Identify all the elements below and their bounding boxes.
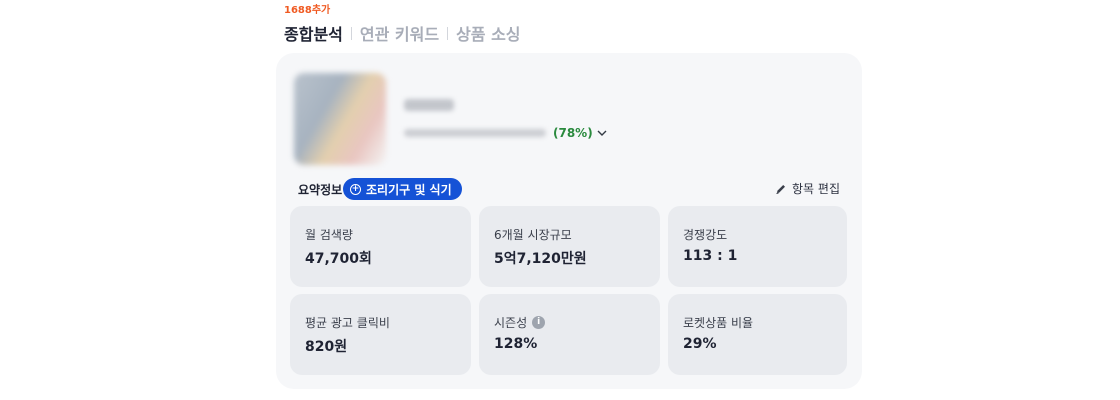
stat-rocket-ratio: 로켓상품 비율 29%	[668, 294, 847, 375]
stat-competition: 경쟁강도 113 : 1	[668, 206, 847, 287]
stat-monthly-search: 월 검색량 47,700회	[290, 206, 471, 287]
tab-product-sourcing[interactable]: 상품 소싱	[456, 21, 520, 45]
stat-avg-cpc: 평균 광고 클릭비 820원	[290, 294, 471, 375]
stat-label: 월 검색량	[305, 227, 353, 242]
analysis-card: (78%) 요약정보 + 조리기구 및 식기 항목 편집 월 검색량 47,70…	[276, 53, 862, 389]
stat-value: 113 : 1	[683, 248, 738, 264]
stat-label: 경쟁강도	[683, 227, 728, 242]
stat-label: 로켓상품 비율	[683, 315, 754, 330]
stat-value: 128%	[494, 336, 538, 352]
stat-market-size: 6개월 시장규모 5억7,120만원	[479, 206, 660, 287]
stat-label: 평균 광고 클릭비	[305, 315, 390, 330]
edit-items-button[interactable]: 항목 편집	[775, 180, 840, 197]
header: 1688추가 종합분석 연관 키워드 상품 소싱	[284, 4, 864, 47]
stat-value: 29%	[683, 336, 717, 352]
stat-value: 47,700회	[305, 251, 372, 267]
chevron-down-icon	[597, 130, 607, 136]
tab-related-keywords[interactable]: 연관 키워드	[360, 21, 439, 45]
source-badge: 1688추가	[284, 5, 331, 16]
tab-divider	[447, 26, 449, 40]
category-chip-label: 조리기구 및 식기	[366, 182, 452, 197]
info-icon[interactable]: i	[532, 315, 546, 329]
category-match-percent: (78%)	[553, 126, 593, 140]
plus-circle-icon: +	[350, 183, 361, 195]
product-thumbnail	[294, 73, 386, 165]
stats-grid: 월 검색량 47,700회 6개월 시장규모 5억7,120만원 경쟁강도 11…	[290, 206, 847, 375]
product-title-redacted	[404, 99, 454, 111]
product-category-redacted	[404, 129, 546, 137]
tab-divider	[350, 26, 352, 40]
stat-label: 6개월 시장규모	[494, 227, 572, 242]
tab-bar: 종합분석 연관 키워드 상품 소싱	[284, 19, 864, 47]
summary-label: 요약정보	[298, 183, 343, 197]
category-chip[interactable]: + 조리기구 및 식기	[343, 178, 462, 200]
stat-value: 5억7,120만원	[494, 251, 587, 267]
stat-label: 시즌성 i	[494, 314, 660, 330]
stat-value: 820원	[305, 339, 348, 355]
tab-overview[interactable]: 종합분석	[284, 21, 343, 45]
stat-label-text: 시즌성	[494, 315, 528, 330]
stat-seasonality: 시즌성 i 128%	[479, 294, 660, 375]
pencil-icon	[776, 184, 786, 194]
edit-items-label: 항목 편집	[792, 182, 840, 196]
category-match[interactable]: (78%)	[553, 126, 607, 140]
